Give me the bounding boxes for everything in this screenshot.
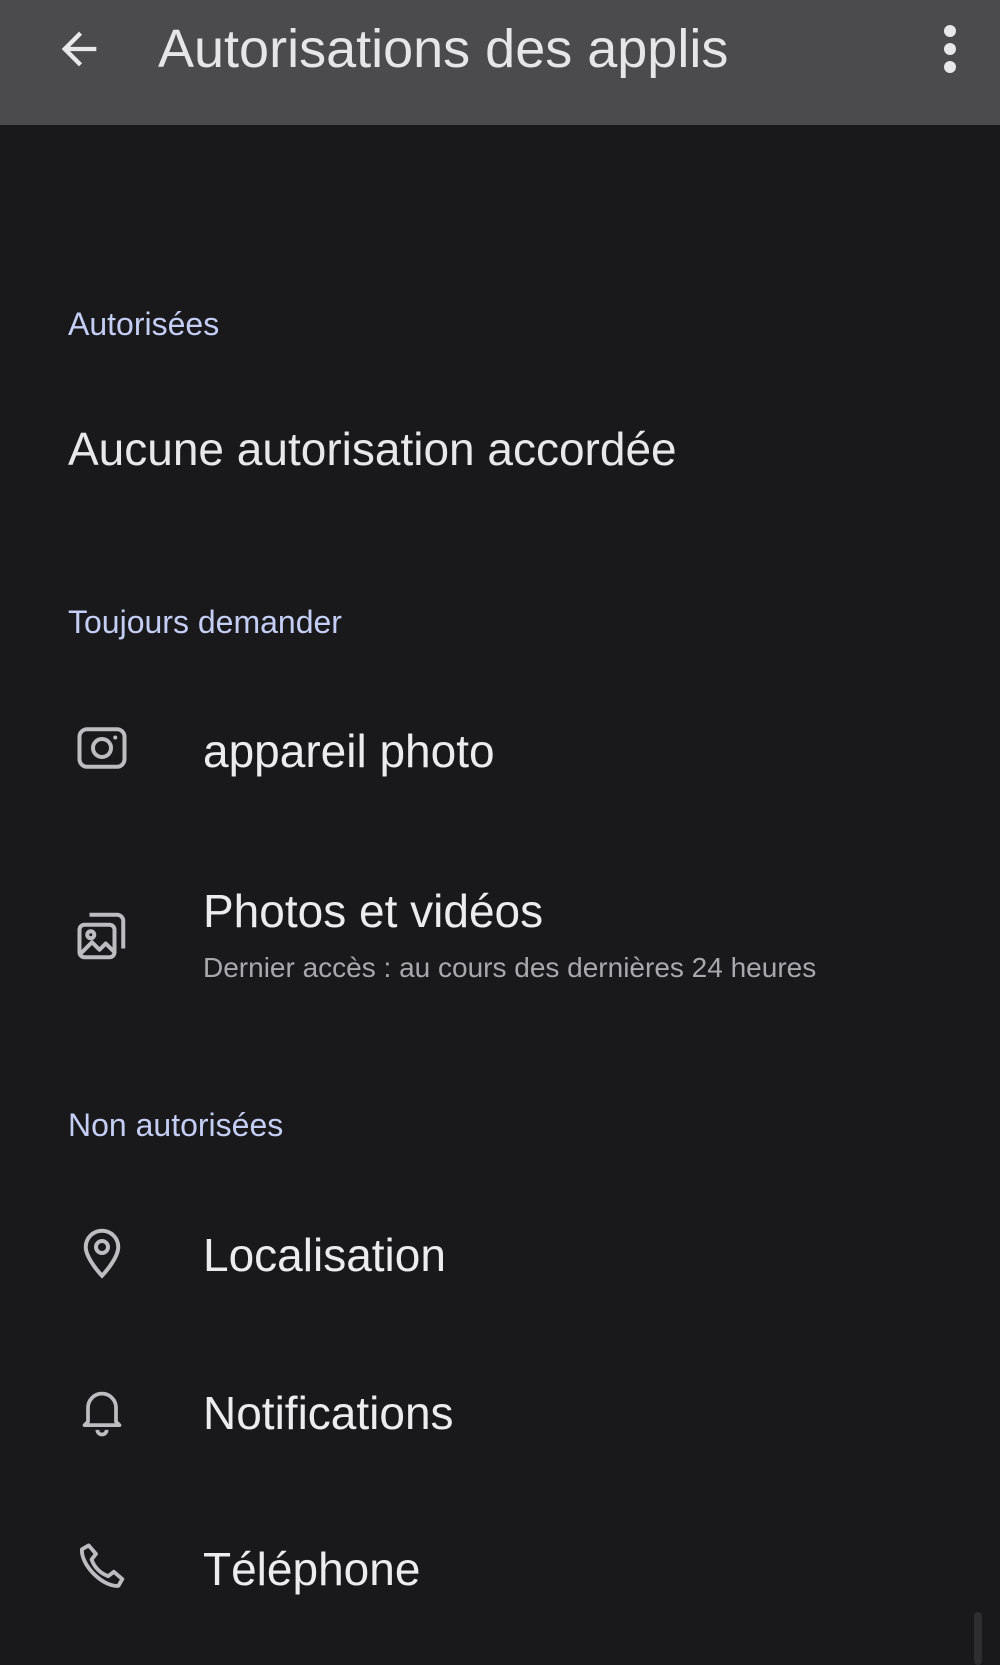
section-header-ask: Toujours demander xyxy=(68,604,342,640)
permission-label: Photos et vidéos xyxy=(203,885,544,937)
permission-item-phone[interactable]: Téléphone xyxy=(0,1496,1000,1640)
permission-item-location[interactable]: Localisation xyxy=(0,1182,1000,1326)
top-app-bar: Autorisations des applis xyxy=(0,0,1000,125)
phone-icon xyxy=(68,1532,136,1600)
section-header-denied: Non autorisées xyxy=(68,1107,284,1143)
permission-label: Localisation xyxy=(203,1229,446,1281)
permission-item-photos-videos[interactable]: Photos et vidéos Dernier accès : au cour… xyxy=(0,860,1000,1010)
back-button[interactable] xyxy=(44,14,114,84)
section-header-allowed: Autorisées xyxy=(68,306,220,342)
permission-label: Téléphone xyxy=(203,1543,421,1595)
permission-label: appareil photo xyxy=(203,725,495,777)
permission-subtitle: Dernier accès : au cours des dernières 2… xyxy=(203,952,817,983)
permission-label: Notifications xyxy=(203,1387,454,1439)
more-options-button[interactable] xyxy=(920,14,980,84)
more-vert-icon xyxy=(944,25,956,73)
scrollbar[interactable] xyxy=(974,1612,982,1665)
photos-videos-icon xyxy=(68,902,136,970)
bell-icon xyxy=(68,1376,136,1444)
permission-item-notifications[interactable]: Notifications xyxy=(0,1340,1000,1484)
permission-item-camera[interactable]: appareil photo xyxy=(0,680,1000,820)
camera-icon xyxy=(68,714,136,782)
page-title: Autorisations des applis xyxy=(158,19,729,79)
location-pin-icon xyxy=(68,1218,136,1286)
app-permissions-screen: Autorisations des applis Autorisées Aucu… xyxy=(0,0,1000,1665)
no-permissions-text: Aucune autorisation accordée xyxy=(68,423,677,475)
arrow-back-icon xyxy=(61,31,97,67)
